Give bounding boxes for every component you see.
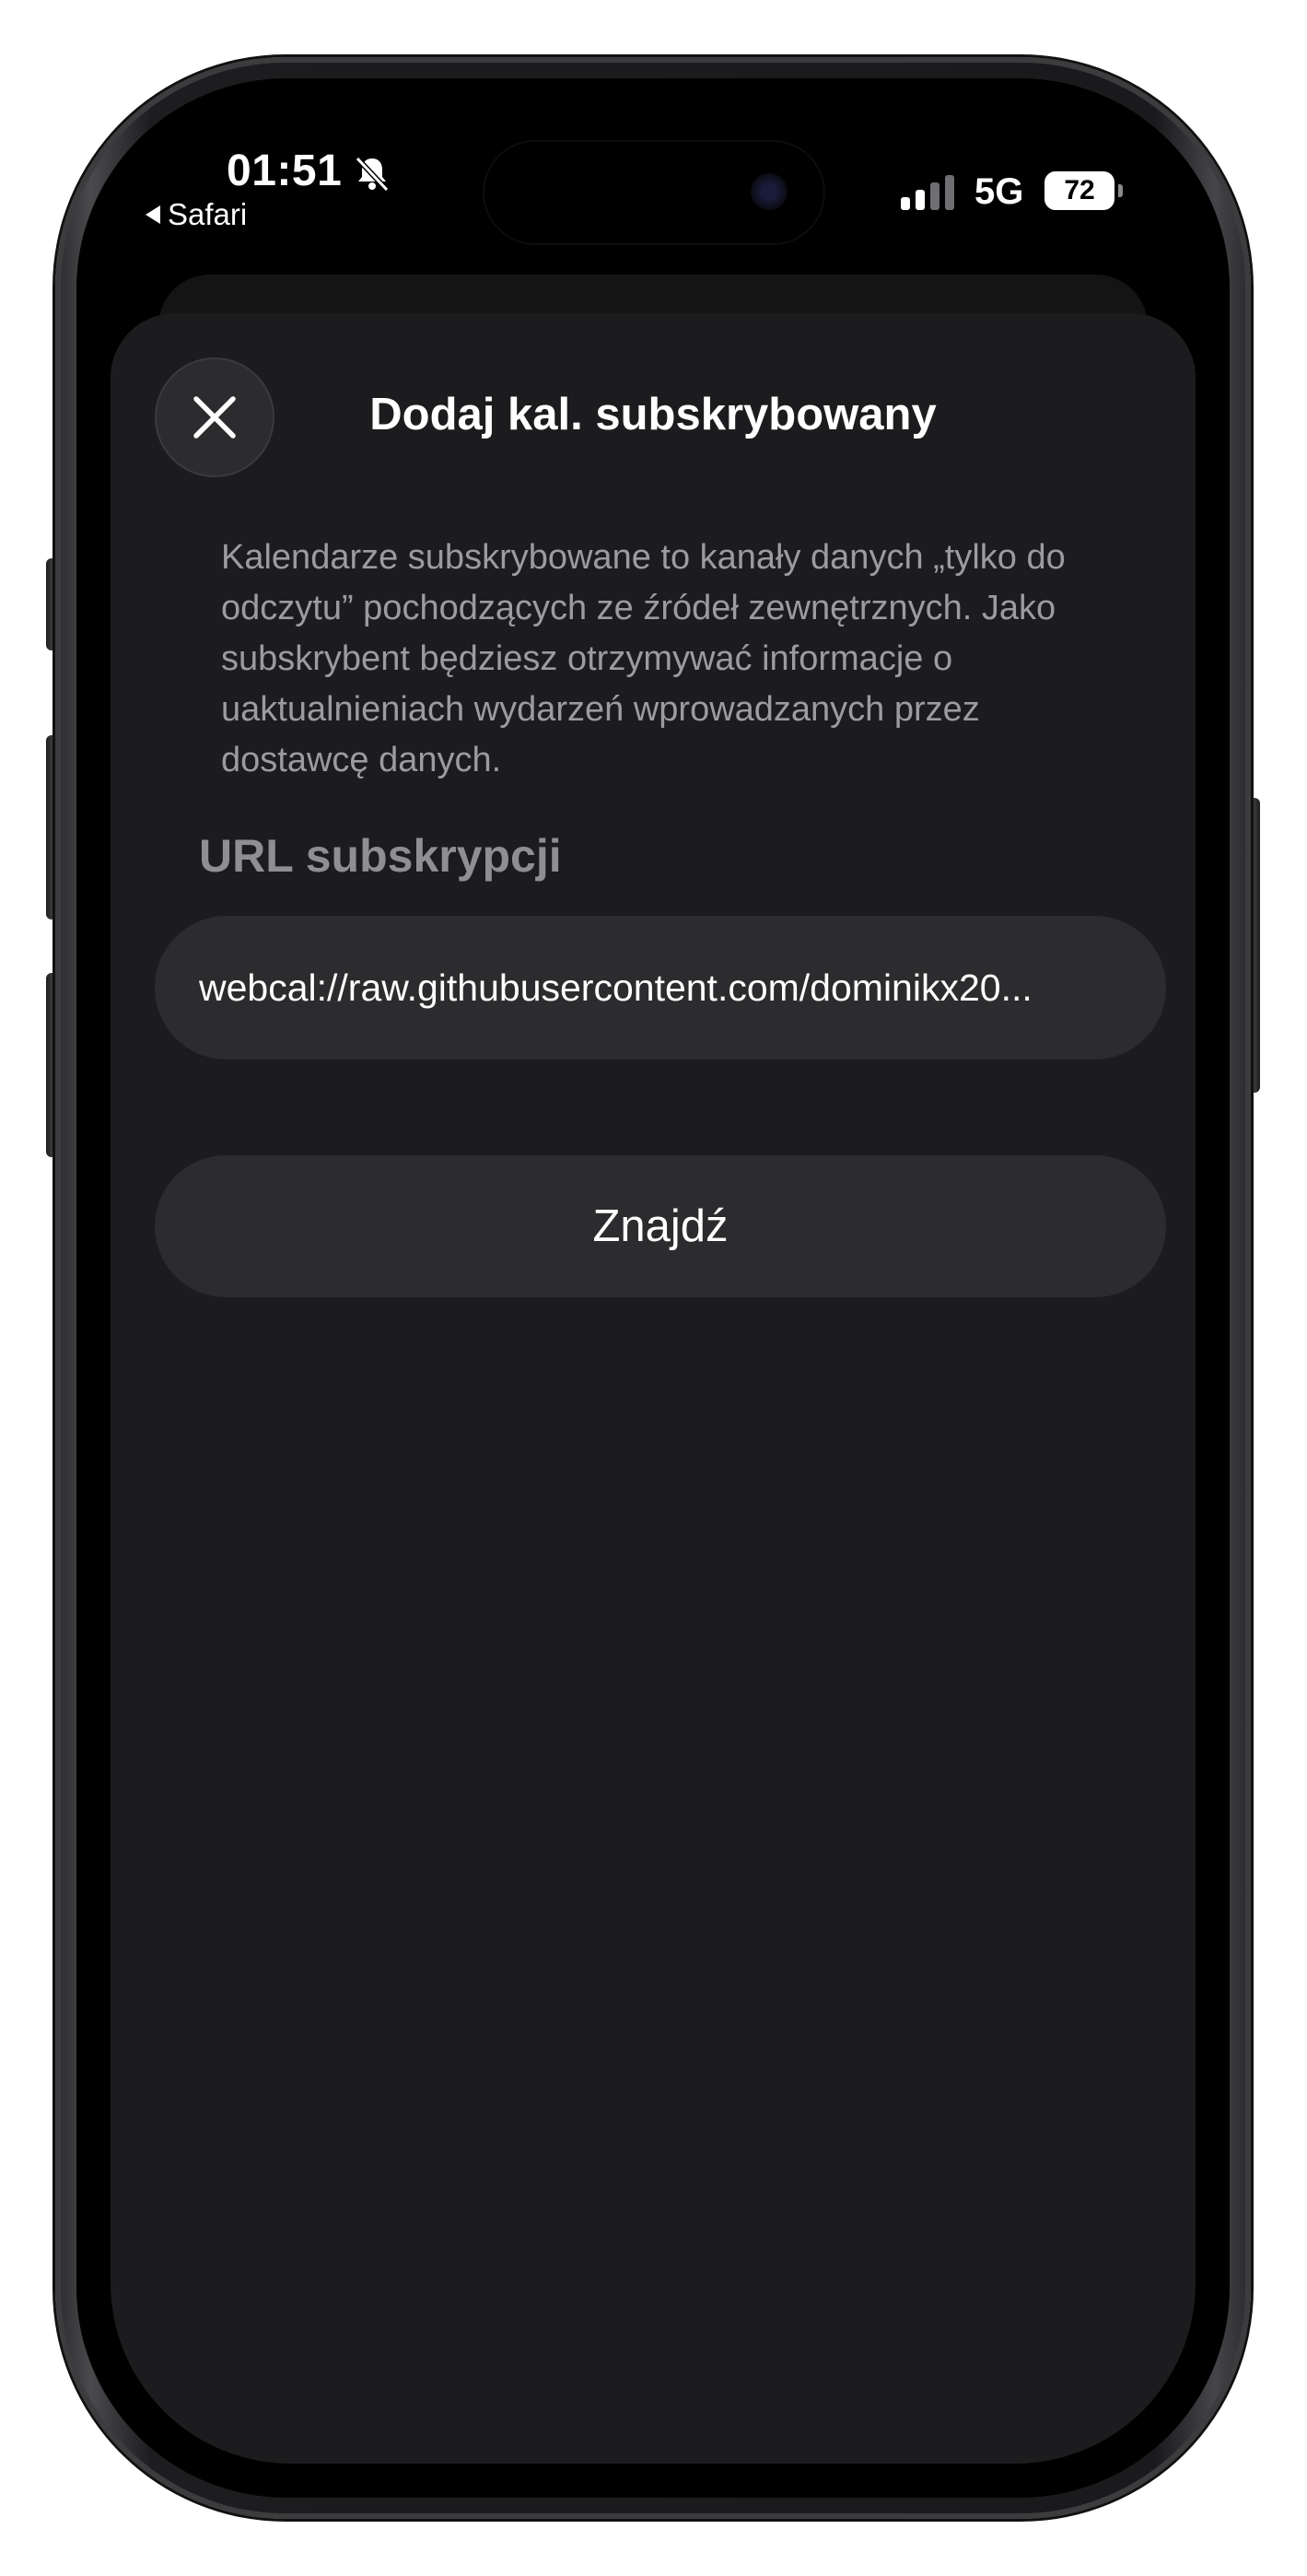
battery-level: 72: [1064, 175, 1095, 205]
bell-slash-icon: [355, 156, 390, 193]
close-button[interactable]: [155, 357, 274, 477]
url-input-value[interactable]: webcal://raw.githubusercontent.com/domin…: [199, 966, 1122, 1010]
battery-tip: [1118, 184, 1123, 197]
description-text: Kalendarze subskrybowane to kanały danyc…: [221, 538, 1066, 779]
back-to-safari[interactable]: Safari: [146, 197, 247, 232]
page: 01:51 Safari 5G 72 Dodaj kal. subskrybow…: [0, 0, 1307, 2576]
network-label: 5G: [974, 171, 1024, 212]
back-arrow-icon: [146, 205, 160, 224]
screen: 01:51 Safari 5G 72 Dodaj kal. subskrybow…: [111, 112, 1196, 2464]
url-section-label: URL subskrypcji: [199, 830, 562, 882]
camera-icon: [751, 173, 788, 210]
close-icon: [193, 396, 236, 439]
url-input[interactable]: webcal://raw.githubusercontent.com/domin…: [155, 916, 1166, 1060]
sheet-title: Dodaj kal. subskrybowany: [369, 390, 937, 439]
signal-icon: [901, 175, 956, 210]
back-app-label: Safari: [168, 197, 248, 231]
subscribe-calendar-sheet: Dodaj kal. subskrybowany Kalendarze subs…: [111, 313, 1196, 2464]
find-button[interactable]: Znajdź: [155, 1155, 1166, 1297]
status-time: 01:51: [227, 146, 343, 195]
battery-icon: 72: [1044, 171, 1114, 210]
